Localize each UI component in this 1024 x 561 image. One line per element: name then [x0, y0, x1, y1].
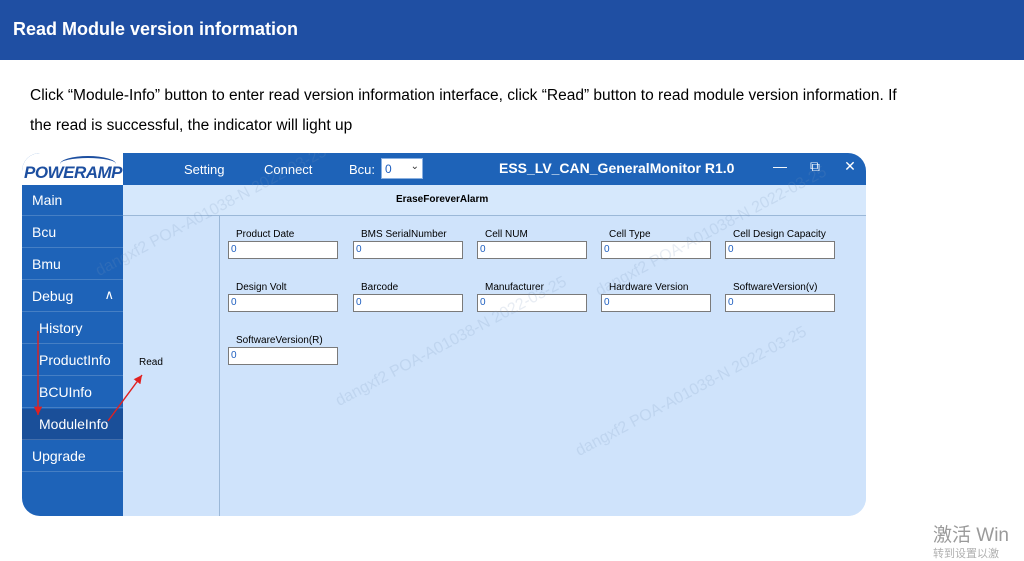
arrow-to-read	[107, 374, 143, 422]
document-header-bar: Read Module version information	[0, 0, 1024, 60]
windows-activation-subtext: 转到设置以激	[933, 548, 999, 560]
document-title: Read Module version information	[13, 19, 299, 39]
annotation-arrows	[33, 331, 143, 422]
instruction-line-2: the read is successful, the indicator wi…	[30, 117, 353, 134]
instruction-line-1: Click “Module-Info” button to enter read…	[30, 87, 897, 104]
windows-activation-text: 激活 Win	[933, 525, 1010, 546]
app-window: POWERAMP Setting Connect Bcu: 0 ⌄ ESS_LV…	[22, 153, 866, 516]
